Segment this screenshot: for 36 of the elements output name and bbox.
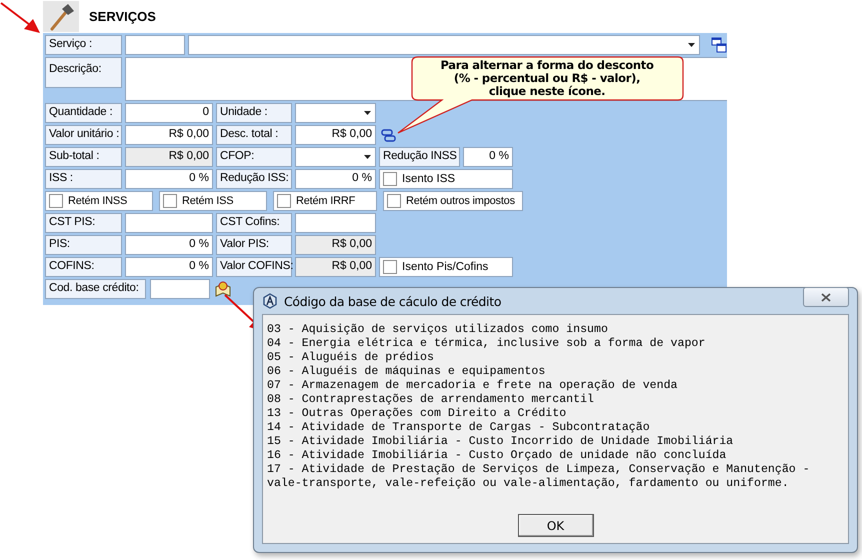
field-label: CFOP: <box>216 147 292 167</box>
list-text: 06 - Aluguéis de máquinas e equipamentos <box>267 365 546 379</box>
field-label: Serviço : <box>45 35 122 55</box>
field-label: Quantidade : <box>45 103 122 123</box>
section-title: SERVIÇOS <box>89 9 156 24</box>
dialog-title: Código da base de cáculo de crédito <box>284 294 502 308</box>
list-text: 07 - Armazenagem de mercadoria e frete na operação de venda <box>267 379 678 393</box>
list-text: 08 - Contraprestações de arrendamento mercantil <box>267 393 595 407</box>
list-text: 04 - Energia elétrica e térmica, inclusive sob a forma de vapor <box>267 337 706 351</box>
readonly-field: R$ 0,00 <box>295 257 376 277</box>
field-label: Valor PIS: <box>216 235 292 255</box>
list-text: 13 - Outras Operações com Direito a Crédito <box>267 407 568 421</box>
readonly-field: R$ 0,00 <box>295 235 376 255</box>
field-label: Descrição: <box>45 57 122 88</box>
field-label: Sub-total : <box>45 147 122 167</box>
field-label: Valor unitário : <box>45 125 122 145</box>
field-label: Redução INSS <box>379 147 460 167</box>
field-label: CST PIS: <box>45 213 122 233</box>
field-label: CST Cofins: <box>216 213 292 233</box>
list-text: 17 - Atividade de Prestação de Serviços de Limpeza, Conservação e Manutenção - <box>267 463 811 477</box>
field-label: Cod. base crédito: <box>45 279 146 299</box>
field-label: Redução ISS: <box>216 169 292 189</box>
field-label: Unidade : <box>216 103 292 123</box>
tooltip-text: Para alternar a forma do desconto (% - percentual ou R$ - valor), clique neste ícone. <box>439 59 655 98</box>
list-text: 03 - Aquisição de serviços utilizados como insumo <box>267 323 609 337</box>
field-label: PIS: <box>45 235 122 255</box>
field-label: Valor COFINS: <box>216 257 292 277</box>
readonly-field: R$ 0,00 <box>125 147 213 167</box>
list-text: 05 - Aluguéis de prédios <box>267 351 435 365</box>
list-text: 14 - Atividade de Transporte de Cargas - Subcontratação <box>267 421 651 435</box>
list-text: 16 - Atividade Imobiliária - Custo Orçado de unidade não concluída <box>267 449 728 463</box>
field-label: Desc. total : <box>216 125 292 145</box>
field-label: COFINS: <box>45 257 122 277</box>
list-text: vale-transporte, vale-refeição ou vale-alimentação, fardamento ou uniforme. <box>267 477 790 491</box>
list-text: 15 - Atividade Imobiliária - Custo Incorrido de Unidade Imobiliária <box>267 435 734 449</box>
field-label: ISS : <box>45 169 122 189</box>
